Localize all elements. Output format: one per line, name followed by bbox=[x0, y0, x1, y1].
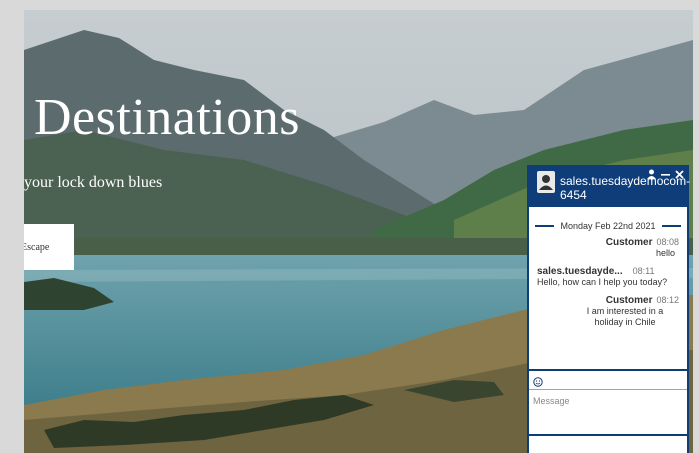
message-time: 08:08 bbox=[656, 237, 679, 247]
chat-header: sales.tuesdaydemocom-6454 bbox=[529, 165, 691, 207]
composer-toolbar bbox=[529, 369, 687, 387]
divider-line bbox=[661, 225, 682, 227]
message-time: 08:12 bbox=[656, 295, 679, 305]
message-time: 08:11 bbox=[632, 266, 655, 276]
date-divider-label: Monday Feb 22nd 2021 bbox=[560, 221, 656, 231]
message-placeholder: Message bbox=[533, 396, 570, 406]
chat-message: Customer 08:12 I am interested in a holi… bbox=[529, 295, 687, 328]
hero-subtitle: your lock down blues bbox=[24, 174, 163, 191]
message-input[interactable]: Message bbox=[529, 389, 687, 436]
chat-widget: sales.tuesdaydemocom-6454 Monday Feb 22n… bbox=[527, 165, 691, 453]
chat-message: sales.tuesdayde... 08:11 Hello, how can … bbox=[529, 266, 687, 288]
message-sender: sales.tuesdayde... bbox=[537, 266, 623, 277]
agent-name: sales.tuesdaydemocom-6454 bbox=[560, 174, 691, 202]
message-sender: Customer bbox=[605, 237, 653, 248]
avatar-person-icon bbox=[539, 175, 553, 190]
close-icon[interactable] bbox=[675, 169, 684, 182]
message-text: hello bbox=[655, 248, 675, 258]
message-text: I am interested in a holiday in Chile bbox=[586, 306, 664, 327]
escape-button[interactable]: Escape bbox=[24, 224, 74, 270]
divider-line bbox=[535, 225, 555, 227]
hero-title: Destinations bbox=[34, 89, 300, 146]
person-icon[interactable] bbox=[647, 169, 656, 182]
escape-button-label: Escape bbox=[24, 241, 50, 253]
chat-message: Customer 08:08 hello bbox=[529, 237, 687, 259]
minimize-icon[interactable] bbox=[661, 169, 670, 182]
message-sender: Customer bbox=[605, 295, 653, 306]
date-divider: Monday Feb 22nd 2021 bbox=[535, 221, 682, 231]
agent-avatar bbox=[537, 171, 555, 193]
message-text: Hello, how can I help you today? bbox=[537, 277, 668, 287]
